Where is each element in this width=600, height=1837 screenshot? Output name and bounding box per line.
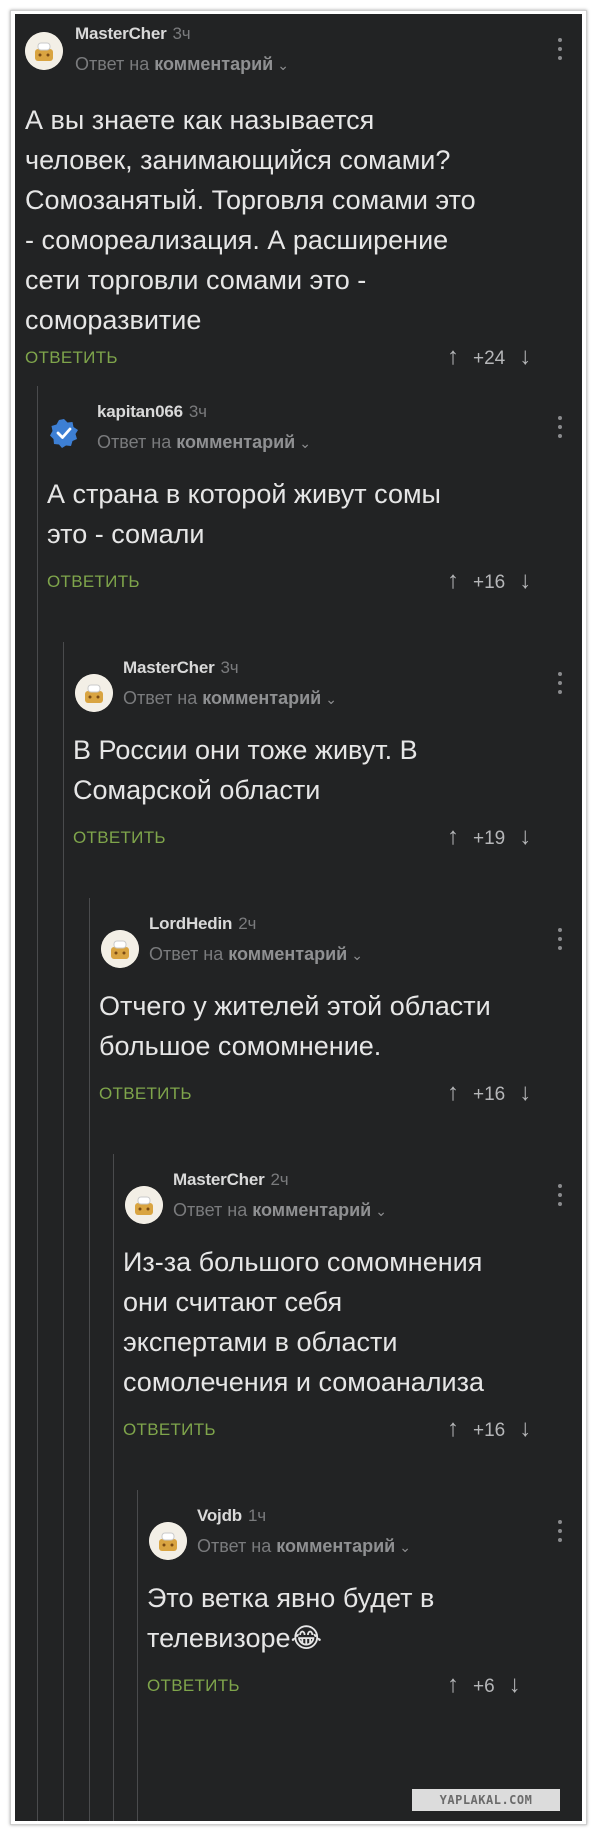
comment: MasterCher 3ч Ответ на комментарий ⌄ А вы …: [15, 14, 582, 434]
more-menu-icon[interactable]: [557, 1520, 563, 1546]
chevron-down-icon: ⌄: [399, 1539, 411, 1555]
thread-line: [137, 1490, 138, 1821]
comment-score: +19: [473, 828, 506, 849]
comment-text: Это ветка явно будет в телевизоре😂: [147, 1583, 435, 1653]
comment-score: +16: [473, 1420, 506, 1441]
more-menu-icon[interactable]: [557, 416, 563, 442]
reply-to-link[interactable]: Ответ на комментарий ⌄: [97, 432, 311, 453]
upvote-arrow-icon[interactable]: ↑: [447, 567, 459, 594]
reply-to-link[interactable]: Ответ на комментарий ⌄: [149, 944, 363, 965]
vote-control: ↑ +16 ↓: [447, 1080, 531, 1106]
comment-time: 2ч: [238, 914, 257, 933]
author-name[interactable]: MasterCher 3ч: [123, 658, 239, 678]
more-menu-icon[interactable]: [557, 928, 563, 954]
comment-time: 3ч: [172, 24, 191, 43]
comment: Vojdb 1ч Ответ на комментарий ⌄ Это ветка …: [137, 1490, 582, 1821]
comment-text: А страна в которой живут сомы это - сома…: [47, 479, 441, 549]
thread-line: [63, 642, 64, 1821]
vote-control: ↑ +16 ↓: [447, 1416, 531, 1442]
comment-score: +6: [473, 1676, 495, 1697]
chevron-down-icon: ⌄: [351, 947, 363, 963]
reply-to-link[interactable]: Ответ на комментарий ⌄: [123, 688, 337, 709]
comment-time: 3ч: [188, 402, 207, 421]
watermark: YAPLAKAL.COM: [412, 1789, 560, 1811]
downvote-arrow-icon[interactable]: ↓: [519, 567, 531, 594]
downvote-arrow-icon[interactable]: ↓: [519, 823, 531, 850]
chevron-down-icon: ⌄: [325, 691, 337, 707]
vote-control: ↑ +19 ↓: [447, 824, 531, 850]
upvote-arrow-icon[interactable]: ↑: [447, 1671, 459, 1698]
author-name[interactable]: Vojdb 1ч: [197, 1506, 266, 1526]
reply-to-link[interactable]: Ответ на комментарий ⌄: [75, 54, 289, 75]
comment-text: А вы знаете как называется человек, зани…: [25, 105, 476, 335]
chef-avatar[interactable]: [75, 674, 113, 712]
reply-to-link[interactable]: Ответ на комментарий ⌄: [197, 1536, 411, 1557]
comment-time: 2ч: [270, 1170, 289, 1189]
chef-avatar[interactable]: [25, 32, 63, 70]
reply-button[interactable]: ОТВЕТИТЬ: [147, 1676, 240, 1696]
reply-button[interactable]: ОТВЕТИТЬ: [25, 348, 118, 368]
vote-control: ↑ +6 ↓: [447, 1672, 521, 1698]
chevron-down-icon: ⌄: [375, 1203, 387, 1219]
downvote-arrow-icon[interactable]: ↓: [509, 1671, 521, 1698]
more-menu-icon[interactable]: [557, 1184, 563, 1210]
comment-time: 1ч: [247, 1506, 266, 1525]
comment-time: 3ч: [220, 658, 239, 677]
reply-button[interactable]: ОТВЕТИТЬ: [99, 1084, 192, 1104]
upvote-arrow-icon[interactable]: ↑: [447, 823, 459, 850]
chevron-down-icon: ⌄: [277, 57, 289, 73]
author-name[interactable]: MasterCher 3ч: [75, 24, 191, 44]
vote-control: ↑ +16 ↓: [447, 568, 531, 594]
comment-score: +16: [473, 1084, 506, 1105]
downvote-arrow-icon[interactable]: ↓: [519, 1079, 531, 1106]
more-menu-icon[interactable]: [557, 672, 563, 698]
comment-text: Из-за большого сомомнения они считают се…: [123, 1247, 485, 1397]
author-name[interactable]: kapitan066 3ч: [97, 402, 207, 422]
more-menu-icon[interactable]: [557, 38, 563, 64]
reply-button[interactable]: ОТВЕТИТЬ: [123, 1420, 216, 1440]
chef-avatar[interactable]: [149, 1522, 187, 1560]
comment-text: Отчего у жителей этой области большое со…: [99, 991, 491, 1061]
vote-control: ↑ +24 ↓: [447, 344, 531, 370]
thread-line: [89, 898, 90, 1821]
downvote-arrow-icon[interactable]: ↓: [519, 343, 531, 370]
author-name[interactable]: LordHedin 2ч: [149, 914, 256, 934]
upvote-arrow-icon[interactable]: ↑: [447, 343, 459, 370]
comment-score: +24: [473, 348, 506, 369]
author-name[interactable]: MasterCher 2ч: [173, 1170, 289, 1190]
thread-line: [37, 386, 38, 1821]
chef-avatar[interactable]: [125, 1186, 163, 1224]
comments-screen: MasterCher 3ч Ответ на комментарий ⌄ А вы …: [15, 14, 582, 1821]
chef-avatar[interactable]: [101, 930, 139, 968]
comment-text: В России они тоже живут. В Сомарской обл…: [73, 735, 418, 805]
reply-button[interactable]: ОТВЕТИТЬ: [73, 828, 166, 848]
verified-badge-icon: [49, 418, 79, 448]
comment-score: +16: [473, 572, 506, 593]
upvote-arrow-icon[interactable]: ↑: [447, 1079, 459, 1106]
reply-to-link[interactable]: Ответ на комментарий ⌄: [173, 1200, 387, 1221]
reply-button[interactable]: ОТВЕТИТЬ: [47, 572, 140, 592]
chevron-down-icon: ⌄: [299, 435, 311, 451]
upvote-arrow-icon[interactable]: ↑: [447, 1415, 459, 1442]
thread-line: [113, 1154, 114, 1821]
downvote-arrow-icon[interactable]: ↓: [519, 1415, 531, 1442]
